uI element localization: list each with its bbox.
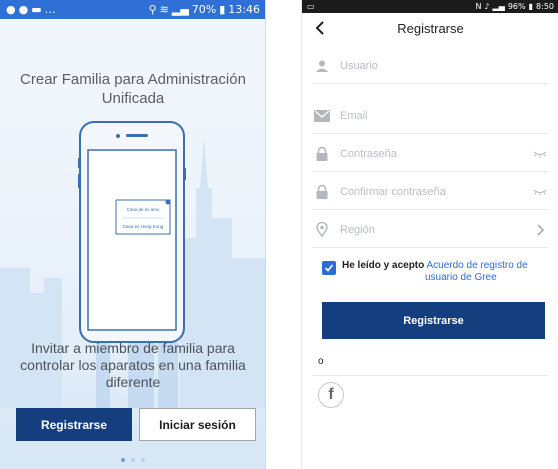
phone-illustration: Casa de mi amo Casa en Hong Kong bbox=[78, 121, 186, 343]
chevron-right-icon bbox=[532, 224, 548, 236]
username-field[interactable]: Usuario bbox=[312, 48, 548, 84]
status-time: 8:50 bbox=[536, 2, 554, 11]
confirm-password-field[interactable]: Confirmar contraseña bbox=[312, 174, 548, 210]
login-button[interactable]: Iniciar sesión bbox=[139, 408, 256, 441]
user-icon bbox=[312, 58, 332, 74]
battery-percent: 70% bbox=[191, 3, 217, 16]
status-time: 13:46 bbox=[228, 3, 260, 16]
confirm-password-placeholder: Confirmar contraseña bbox=[340, 185, 446, 198]
lock-icon bbox=[312, 146, 332, 162]
battery-icon: ▮ bbox=[528, 2, 534, 11]
register-screen: ▭ N ♪ ▂▄ 96% ▮ 8:50 Registrarse Usuario … bbox=[301, 0, 558, 469]
page-dot bbox=[141, 458, 145, 462]
welcome-screen: ● ● ▬ … ⚲ ≋ ▂▄ 70% ▮ 13:46 Crear Familia… bbox=[0, 0, 266, 469]
facebook-icon: f bbox=[328, 386, 334, 403]
message-icon: ▬ bbox=[31, 3, 43, 16]
notification-icons: ● ● ▬ … bbox=[6, 3, 57, 16]
eye-closed-icon[interactable] bbox=[532, 148, 548, 160]
battery-icon: ▮ bbox=[219, 3, 226, 16]
password-field[interactable]: Contraseña bbox=[312, 136, 548, 172]
house-name-1: Casa de mi amo bbox=[127, 207, 160, 212]
agreement-row: He leído y acepto Acuerdo de registro de… bbox=[322, 260, 552, 284]
status-bar: ▭ N ♪ ▂▄ 96% ▮ 8:50 bbox=[302, 0, 558, 13]
image-notification-icon: ▭ bbox=[307, 2, 315, 11]
top-nav: Registrarse bbox=[302, 13, 558, 43]
agreement-label: He leído y acepto bbox=[342, 260, 425, 271]
page-indicator bbox=[121, 458, 145, 462]
headline: Crear Familia para Administración Unific… bbox=[20, 71, 246, 107]
notification-dot-icon: ● bbox=[6, 3, 17, 16]
nfc-icon: N bbox=[475, 2, 482, 11]
mail-icon bbox=[312, 108, 332, 124]
page-dot bbox=[131, 458, 135, 462]
email-field[interactable]: Email bbox=[312, 98, 548, 134]
checkmark-icon bbox=[324, 264, 334, 272]
status-bar: ● ● ▬ … ⚲ ≋ ▂▄ 70% ▮ 13:46 bbox=[0, 0, 265, 19]
location-pin-icon bbox=[312, 222, 332, 238]
password-placeholder: Contraseña bbox=[340, 147, 397, 160]
agreement-checkbox[interactable] bbox=[322, 261, 336, 275]
lock-icon bbox=[312, 184, 332, 200]
more-icon: … bbox=[44, 3, 57, 16]
battery-percent: 96% bbox=[507, 2, 526, 11]
invite-text: Invitar a miembro de familia para contro… bbox=[20, 340, 246, 390]
region-placeholder: Región bbox=[340, 223, 375, 236]
email-placeholder: Email bbox=[340, 109, 368, 122]
register-submit-button[interactable]: Registrarse bbox=[322, 302, 545, 339]
facebook-login-button[interactable]: f bbox=[318, 382, 344, 408]
eye-closed-icon[interactable] bbox=[532, 186, 548, 198]
house-name-2: Casa en Hong Kong bbox=[123, 224, 164, 229]
mute-icon: ♪ bbox=[484, 2, 490, 11]
signal-icon: ▂▄ bbox=[171, 3, 189, 16]
agreement-link-continued[interactable]: usuario de Gree bbox=[342, 272, 528, 284]
wifi-icon: ≋ bbox=[159, 3, 169, 16]
agreement-link[interactable]: Acuerdo de registro de bbox=[426, 260, 527, 271]
or-separator: o bbox=[318, 356, 324, 367]
back-arrow-icon[interactable] bbox=[312, 19, 328, 37]
page-title: Registrarse bbox=[397, 20, 464, 36]
divider bbox=[312, 375, 548, 376]
region-selector[interactable]: Región bbox=[312, 212, 548, 248]
page-dot-active bbox=[121, 458, 125, 462]
username-placeholder: Usuario bbox=[340, 59, 378, 72]
notification-dot-icon: ● bbox=[18, 3, 30, 16]
signal-icon: ▂▄ bbox=[492, 2, 505, 11]
location-icon: ⚲ bbox=[148, 3, 157, 16]
register-button[interactable]: Registrarse bbox=[16, 408, 132, 441]
